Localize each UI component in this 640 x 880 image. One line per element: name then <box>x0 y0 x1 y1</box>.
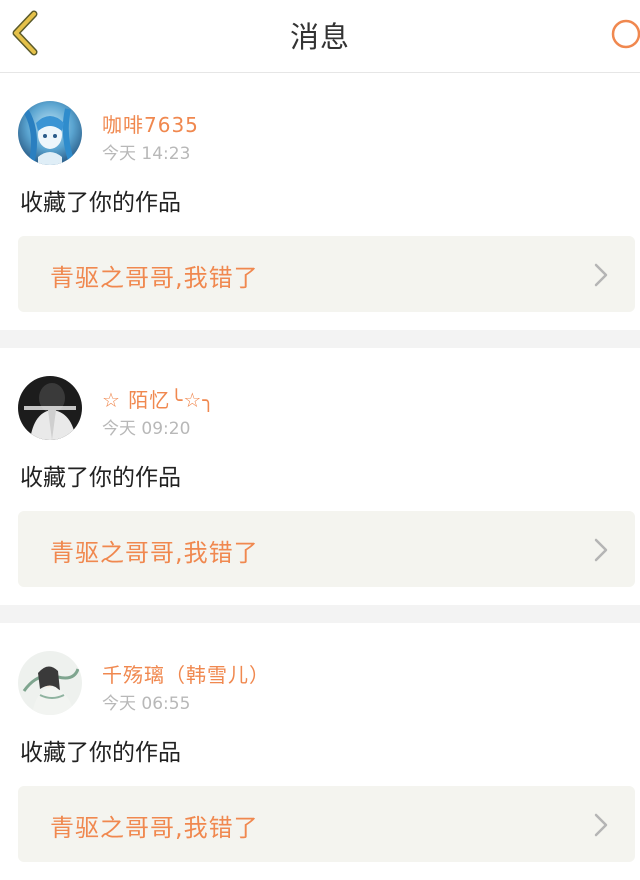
chevron-right-icon <box>594 263 608 287</box>
message-card: 千殇璃（韩雪儿） 今天 06:55 收藏了你的作品 青驱之哥哥,我错了 <box>0 623 640 880</box>
message-time: 今天 06:55 <box>102 694 191 714</box>
message-action: 收藏了你的作品 <box>20 190 181 216</box>
avatar[interactable] <box>18 376 82 440</box>
divider <box>0 605 640 623</box>
chevron-right-icon <box>594 813 608 837</box>
divider <box>0 330 640 348</box>
message-time: 今天 14:23 <box>102 144 191 164</box>
user-name[interactable]: 咖啡7635 <box>102 109 199 138</box>
work-title: 青驱之哥哥,我错了 <box>50 264 259 292</box>
avatar[interactable] <box>18 101 82 165</box>
work-link[interactable]: 青驱之哥哥,我错了 <box>18 236 635 312</box>
message-card: ☆ 陌忆╰☆╮ 今天 09:20 收藏了你的作品 青驱之哥哥,我错了 <box>0 348 640 605</box>
circle-icon <box>611 19 640 49</box>
message-card: 咖啡7635 今天 14:23 收藏了你的作品 青驱之哥哥,我错了 <box>0 73 640 330</box>
app-header: 消息 <box>0 0 640 73</box>
refresh-button[interactable] <box>608 16 640 56</box>
message-time: 今天 09:20 <box>102 419 191 439</box>
work-title: 青驱之哥哥,我错了 <box>50 539 259 567</box>
message-action: 收藏了你的作品 <box>20 465 181 491</box>
message-action: 收藏了你的作品 <box>20 740 181 766</box>
user-name[interactable]: 千殇璃（韩雪儿） <box>102 659 270 688</box>
page-title: 消息 <box>289 20 350 54</box>
work-link[interactable]: 青驱之哥哥,我错了 <box>18 786 635 862</box>
user-name[interactable]: ☆ 陌忆╰☆╮ <box>102 384 215 413</box>
chevron-right-icon <box>594 538 608 562</box>
message-list: 咖啡7635 今天 14:23 收藏了你的作品 青驱之哥哥,我错了 ☆ 陌忆╰☆… <box>0 73 640 880</box>
work-link[interactable]: 青驱之哥哥,我错了 <box>18 511 635 587</box>
work-title: 青驱之哥哥,我错了 <box>50 814 259 842</box>
avatar[interactable] <box>18 651 82 715</box>
